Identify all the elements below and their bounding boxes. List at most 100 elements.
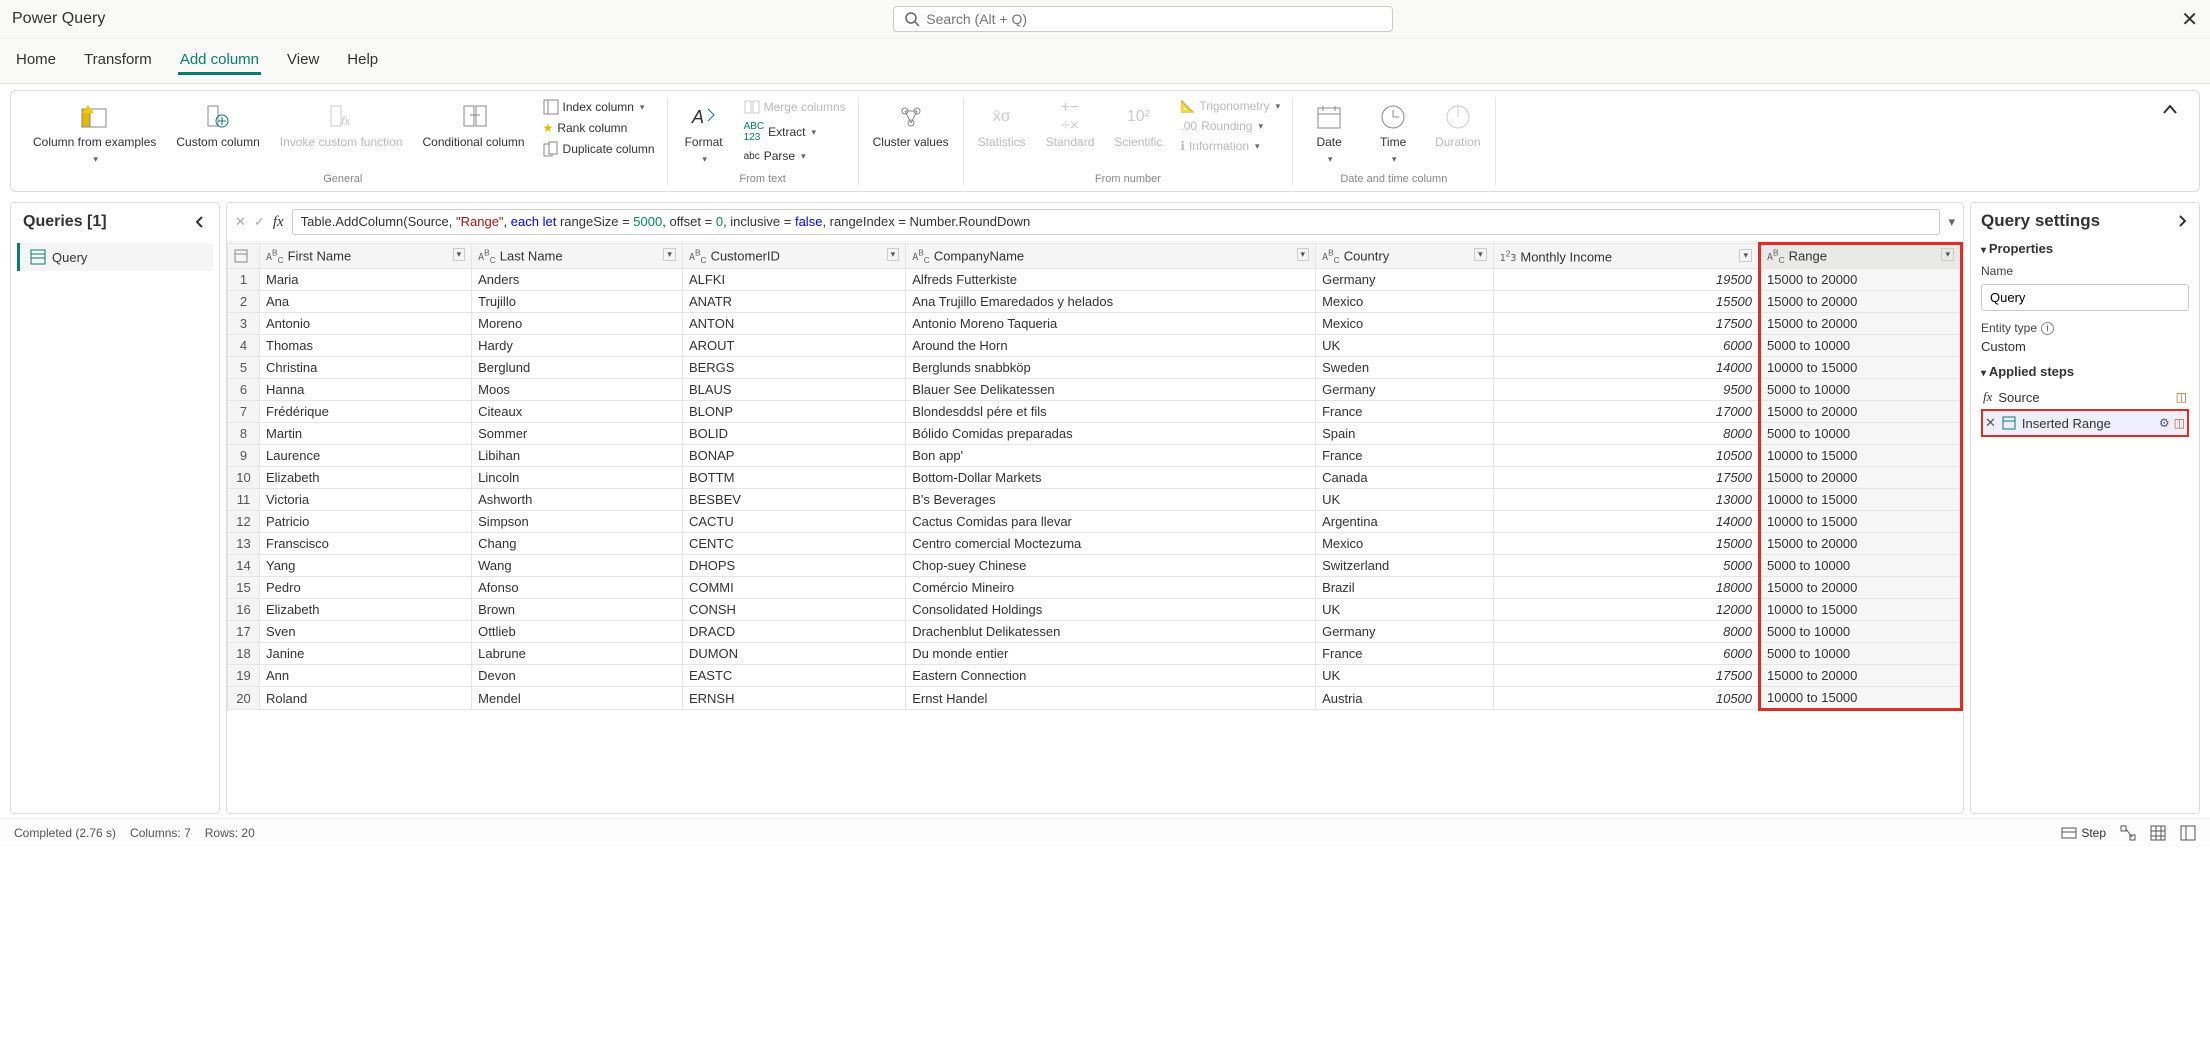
commit-formula-button[interactable]: ✓ [254,214,265,230]
cell[interactable]: 15000 [1493,533,1759,555]
select-all-corner[interactable] [228,244,260,269]
cell[interactable]: France [1316,643,1494,665]
cell[interactable]: Franscisco [260,533,472,555]
cell[interactable]: Brown [472,599,683,621]
row-number[interactable]: 3 [228,313,260,335]
cell[interactable]: 14000 [1493,357,1759,379]
cell[interactable]: 15000 to 20000 [1760,665,1962,687]
cell[interactable]: AROUT [682,335,905,357]
cell[interactable]: Germany [1316,379,1494,401]
cell[interactable]: DUMON [682,643,905,665]
search-box[interactable] [893,6,1393,32]
cell[interactable]: 5000 to 10000 [1760,621,1962,643]
diagram-view-button[interactable] [2120,825,2136,841]
time-button[interactable]: Time [1365,97,1421,169]
table-row[interactable]: 10ElizabethLincolnBOTTMBottom-Dollar Mar… [228,467,1962,489]
tab-transform[interactable]: Transform [82,47,154,75]
cell[interactable]: COMMI [682,577,905,599]
cell[interactable]: Mexico [1316,313,1494,335]
row-number[interactable]: 11 [228,489,260,511]
cell[interactable]: Maria [260,269,472,291]
cell[interactable]: Martin [260,423,472,445]
table-row[interactable]: 9LaurenceLibihanBONAPBon app'France10500… [228,445,1962,467]
cell[interactable]: UK [1316,599,1494,621]
cell[interactable]: Blauer See Delikatessen [906,379,1316,401]
type-icon[interactable]: ABC [1322,252,1340,263]
search-input[interactable] [926,11,1382,27]
cell[interactable]: DHOPS [682,555,905,577]
cell[interactable]: 10500 [1493,687,1759,710]
column-from-examples-button[interactable]: Column from examples [27,97,162,169]
cell[interactable]: ANTON [682,313,905,335]
type-icon[interactable]: ABC [478,252,496,263]
column-header-last-name[interactable]: ABCLast Name▾ [472,244,683,269]
rank-column-button[interactable]: ★ Rank column [539,119,659,137]
cell[interactable]: Devon [472,665,683,687]
column-header-first-name[interactable]: ABCFirst Name▾ [260,244,472,269]
cell[interactable]: 15000 to 20000 [1760,577,1962,599]
cell[interactable]: 10000 to 15000 [1760,599,1962,621]
cell[interactable]: 6000 [1493,335,1759,357]
cell[interactable]: BERGS [682,357,905,379]
query-name-input[interactable] [1981,284,2189,311]
type-icon[interactable]: 123 [1500,253,1517,264]
data-table[interactable]: ABCFirst Name▾ABCLast Name▾ABCCustomerID… [227,242,1963,813]
cell[interactable]: Cactus Comidas para llevar [906,511,1316,533]
cell[interactable]: Chop-suey Chinese [906,555,1316,577]
cell[interactable]: BOLID [682,423,905,445]
cell[interactable]: 5000 to 10000 [1760,555,1962,577]
cell[interactable]: 5000 to 10000 [1760,379,1962,401]
row-number[interactable]: 9 [228,445,260,467]
cell[interactable]: BLAUS [682,379,905,401]
date-button[interactable]: Date [1301,97,1357,169]
parse-button[interactable]: abc Parse [740,147,850,165]
type-icon[interactable]: ABC [689,252,707,263]
cell[interactable]: 10000 to 15000 [1760,445,1962,467]
query-item[interactable]: Query [17,243,213,271]
cell[interactable]: UK [1316,489,1494,511]
cell[interactable]: Hardy [472,335,683,357]
table-row[interactable]: 5ChristinaBerglundBERGSBerglunds snabbkö… [228,357,1962,379]
cell[interactable]: Austria [1316,687,1494,710]
cell[interactable]: CENTC [682,533,905,555]
table-row[interactable]: 3AntonioMorenoANTONAntonio Moreno Taquer… [228,313,1962,335]
cell[interactable]: 17500 [1493,313,1759,335]
cell[interactable]: 15000 to 20000 [1760,269,1962,291]
cell[interactable]: Eastern Connection [906,665,1316,687]
row-number[interactable]: 1 [228,269,260,291]
index-column-button[interactable]: Index column [539,97,659,117]
duplicate-column-button[interactable]: Duplicate column [539,139,659,159]
cell[interactable]: 10500 [1493,445,1759,467]
cell[interactable]: Mexico [1316,533,1494,555]
cell[interactable]: BONAP [682,445,905,467]
data-source-icon[interactable]: ◫ [2176,390,2187,404]
properties-section-toggle[interactable]: Properties [1981,241,2189,256]
cell[interactable]: Du monde entier [906,643,1316,665]
cell[interactable]: CONSH [682,599,905,621]
applied-steps-section-toggle[interactable]: Applied steps [1981,364,2189,379]
cell[interactable]: B's Beverages [906,489,1316,511]
tab-add-column[interactable]: Add column [178,47,261,75]
gear-icon[interactable]: ⚙ [2159,416,2170,430]
cell[interactable]: France [1316,445,1494,467]
cell[interactable]: Christina [260,357,472,379]
cell[interactable]: Brazil [1316,577,1494,599]
filter-dropdown-icon[interactable]: ▾ [1739,249,1752,262]
table-row[interactable]: 16ElizabethBrownCONSHConsolidated Holdin… [228,599,1962,621]
row-number[interactable]: 16 [228,599,260,621]
row-number[interactable]: 17 [228,621,260,643]
info-icon[interactable]: i [2041,322,2054,335]
extract-button[interactable]: ABC123 Extract [740,119,850,145]
format-button[interactable]: A Format [676,97,732,169]
cell[interactable]: ERNSH [682,687,905,710]
cell[interactable]: 10000 to 15000 [1760,489,1962,511]
cell[interactable]: Mendel [472,687,683,710]
cell[interactable]: 10000 to 15000 [1760,357,1962,379]
cell[interactable]: Wang [472,555,683,577]
cell[interactable]: UK [1316,665,1494,687]
cell[interactable]: Frédérique [260,401,472,423]
table-row[interactable]: 8MartinSommerBOLIDBólido Comidas prepara… [228,423,1962,445]
cancel-formula-button[interactable]: ✕ [235,214,246,230]
cell[interactable]: Germany [1316,621,1494,643]
table-row[interactable]: 4ThomasHardyAROUTAround the HornUK600050… [228,335,1962,357]
